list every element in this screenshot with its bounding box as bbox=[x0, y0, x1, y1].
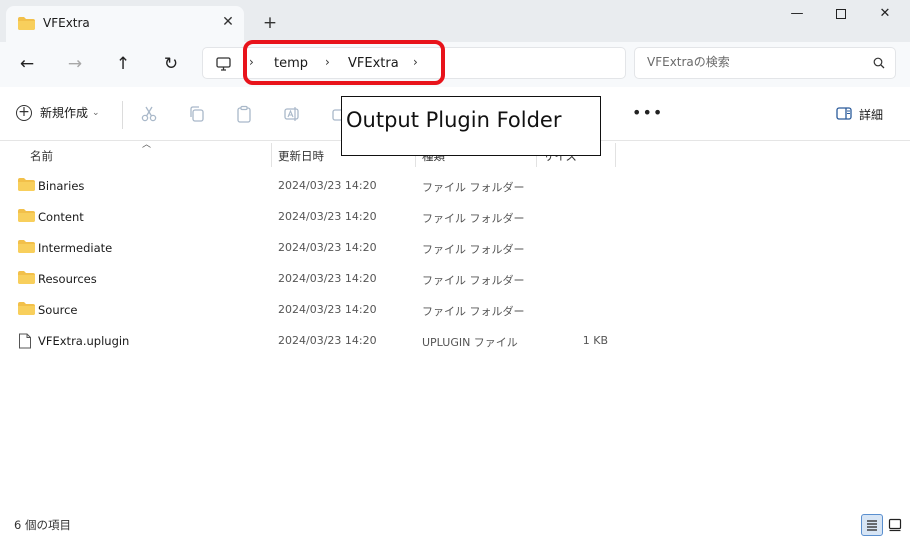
copy-icon[interactable] bbox=[187, 105, 207, 125]
folder-icon bbox=[18, 240, 35, 256]
file-name: Content bbox=[38, 210, 84, 224]
up-button[interactable]: ↑ bbox=[109, 51, 137, 77]
refresh-button[interactable]: ↻ bbox=[157, 51, 185, 77]
paste-icon[interactable] bbox=[234, 105, 254, 125]
file-type: UPLUGIN ファイル bbox=[422, 336, 518, 349]
file-date: 2024/03/23 14:20 bbox=[278, 272, 377, 285]
file-type: ファイル フォルダー bbox=[422, 212, 525, 225]
toolbar-divider bbox=[122, 101, 123, 129]
details-label: 詳細 bbox=[859, 108, 884, 122]
item-count: 6 個の項目 bbox=[14, 518, 71, 532]
folder-icon bbox=[18, 302, 35, 318]
file-name: VFExtra.uplugin bbox=[38, 334, 130, 348]
file-row[interactable]: Intermediate 2024/03/23 14:20 ファイル フォルダー bbox=[8, 233, 624, 264]
back-button[interactable]: ← bbox=[13, 51, 41, 77]
file-date: 2024/03/23 14:20 bbox=[278, 210, 377, 223]
maximize-button[interactable] bbox=[818, 4, 864, 26]
details-pane-button[interactable]: 詳細 bbox=[836, 106, 883, 123]
file-name: Source bbox=[38, 303, 78, 317]
more-options-button[interactable]: ••• bbox=[632, 103, 663, 122]
computer-icon[interactable] bbox=[216, 57, 231, 74]
new-tab-button[interactable]: + bbox=[259, 12, 281, 34]
sort-ascending-icon: ︿ bbox=[142, 140, 152, 150]
chevron-down-icon: ⌄ bbox=[92, 107, 100, 118]
address-row: ← → ↑ ↻ › temp › VFExtra › bbox=[0, 42, 910, 87]
breadcrumb-chevron-icon[interactable]: › bbox=[413, 55, 418, 69]
details-pane-icon bbox=[836, 106, 852, 123]
status-bar: 6 個の項目 bbox=[0, 512, 910, 537]
new-button[interactable]: + 新規作成 ⌄ bbox=[16, 104, 100, 121]
tab-vfextra[interactable]: VFExtra ✕ bbox=[6, 6, 244, 42]
file-type: ファイル フォルダー bbox=[422, 305, 525, 318]
file-row[interactable]: Source 2024/03/23 14:20 ファイル フォルダー bbox=[8, 295, 624, 326]
close-window-button[interactable]: ✕ bbox=[862, 4, 908, 26]
file-date: 2024/03/23 14:20 bbox=[278, 303, 377, 316]
file-date: 2024/03/23 14:20 bbox=[278, 179, 377, 192]
file-date: 2024/03/23 14:20 bbox=[278, 241, 377, 254]
callout-text: Output Plugin Folder bbox=[346, 108, 562, 132]
rename-icon[interactable] bbox=[282, 105, 302, 125]
maximize-icon bbox=[836, 8, 846, 19]
breadcrumb-vfextra[interactable]: VFExtra bbox=[348, 56, 399, 71]
file-name: Binaries bbox=[38, 179, 85, 193]
file-type: ファイル フォルダー bbox=[422, 274, 525, 287]
breadcrumb-chevron-icon[interactable]: › bbox=[249, 55, 254, 69]
file-row[interactable]: Resources 2024/03/23 14:20 ファイル フォルダー bbox=[8, 264, 624, 295]
details-view-button[interactable] bbox=[861, 514, 883, 536]
column-date[interactable]: 更新日時 bbox=[278, 148, 324, 164]
file-name: Resources bbox=[38, 272, 97, 286]
folder-icon bbox=[18, 271, 35, 287]
breadcrumb-chevron-icon[interactable]: › bbox=[325, 55, 330, 69]
new-button-label: 新規作成 bbox=[40, 106, 89, 120]
tab-title: VFExtra bbox=[43, 16, 90, 30]
file-type: ファイル フォルダー bbox=[422, 181, 525, 194]
file-row[interactable]: Binaries 2024/03/23 14:20 ファイル フォルダー bbox=[8, 171, 624, 202]
forward-button[interactable]: → bbox=[61, 51, 89, 77]
search-icon[interactable] bbox=[873, 57, 885, 72]
file-type: ファイル フォルダー bbox=[422, 243, 525, 256]
breadcrumb-temp[interactable]: temp bbox=[274, 56, 308, 71]
column-divider[interactable] bbox=[615, 143, 616, 167]
callout-box: Output Plugin Folder bbox=[341, 96, 601, 156]
search-box[interactable] bbox=[634, 47, 896, 79]
folder-icon bbox=[18, 178, 35, 194]
folder-icon bbox=[18, 209, 35, 225]
close-tab-icon[interactable]: ✕ bbox=[219, 13, 237, 31]
file-date: 2024/03/23 14:20 bbox=[278, 334, 377, 347]
folder-icon bbox=[18, 17, 35, 33]
file-size: 1 KB bbox=[582, 334, 608, 347]
cut-icon[interactable] bbox=[139, 105, 159, 125]
file-row[interactable]: VFExtra.uplugin 2024/03/23 14:20 UPLUGIN… bbox=[8, 326, 624, 357]
file-icon bbox=[18, 333, 32, 352]
plus-circle-icon: + bbox=[16, 104, 32, 121]
file-row[interactable]: Content 2024/03/23 14:20 ファイル フォルダー bbox=[8, 202, 624, 233]
column-divider[interactable] bbox=[271, 143, 272, 167]
file-name: Intermediate bbox=[38, 241, 113, 255]
tiles-view-button[interactable] bbox=[884, 514, 906, 536]
address-bar[interactable]: › temp › VFExtra › bbox=[202, 47, 626, 79]
title-bar: VFExtra ✕ + — ✕ bbox=[0, 0, 910, 42]
minimize-button[interactable]: — bbox=[774, 4, 820, 26]
column-name[interactable]: 名前 bbox=[30, 148, 53, 164]
search-input[interactable] bbox=[647, 55, 857, 69]
